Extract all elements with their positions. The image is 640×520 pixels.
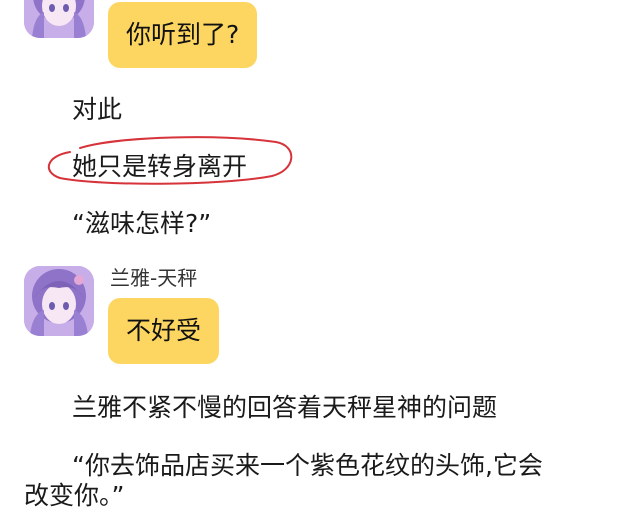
narration-line: 她只是转身离开 (72, 152, 248, 181)
chat-screen: 你听到了? 对此 她只是转身离开 “滋味怎样?” 兰雅-天秤 不好受 兰雅不紧不… (0, 0, 640, 520)
chat-bubble-text: 不好受 (126, 316, 202, 345)
avatar[interactable] (24, 266, 94, 336)
chat-bubble[interactable]: 你听到了? (108, 2, 258, 68)
narration-line: 对此 (72, 95, 123, 124)
narration-line: 兰雅不紧不慢的回答着天秤星神的问题 (72, 393, 498, 422)
sender-name: 兰雅-天秤 (110, 266, 198, 290)
narration-line: “你去饰品店买来一个紫色花纹的头饰,它会 (72, 451, 543, 480)
chat-bubble[interactable]: 不好受 (108, 298, 220, 364)
anime-girl-avatar-icon (24, 266, 94, 336)
chat-bubble-text: 你听到了? (126, 20, 240, 49)
narration-line: 改变你。” (24, 481, 125, 510)
anime-girl-avatar-icon (24, 0, 94, 38)
narration-line: “滋味怎样?” (72, 209, 212, 238)
avatar[interactable] (24, 0, 94, 38)
